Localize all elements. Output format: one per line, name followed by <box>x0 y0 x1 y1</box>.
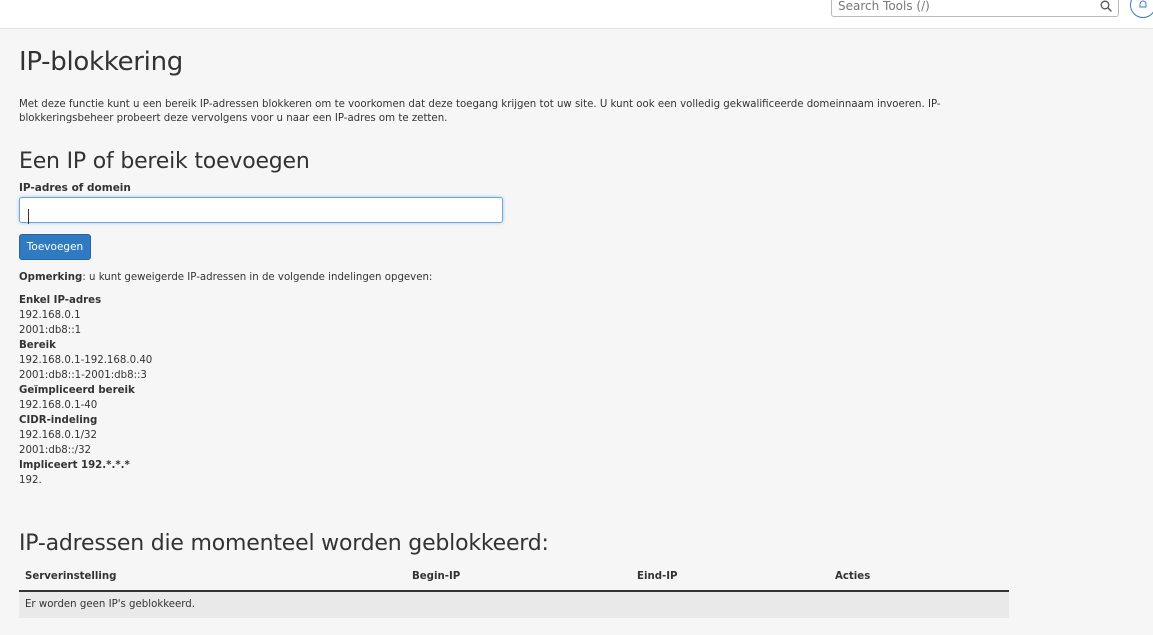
format-example: 192.168.0.1/32 <box>19 430 97 441</box>
main-content: IP-blokkering Met deze functie kunt u ee… <box>19 44 1009 488</box>
format-example: 192. <box>19 475 42 486</box>
column-header-server-setting[interactable]: Serverinstelling <box>25 571 116 582</box>
add-button[interactable]: Toevoegen <box>19 234 91 260</box>
notifications-button[interactable] <box>1130 0 1153 18</box>
format-example: 192.168.0.1-192.168.0.40 <box>19 355 153 366</box>
table-empty-row: Er worden geen IP's geblokkeerd. <box>19 592 1009 618</box>
format-title: Bereik <box>19 340 56 351</box>
format-title: Impliceert 192.*.*.* <box>19 460 130 471</box>
format-example: 2001:db8::1-2001:db8::3 <box>19 370 147 381</box>
note-text: : u kunt geweigerde IP-adressen in de vo… <box>82 272 433 283</box>
ip-field-label: IP-adres of domein <box>19 182 131 194</box>
blocked-ips-table: Serverinstelling Begin-IP Eind-IP Acties… <box>19 568 1009 618</box>
format-example: 192.168.0.1-40 <box>19 400 98 411</box>
column-header-begin-ip[interactable]: Begin-IP <box>412 571 460 582</box>
column-header-actions: Acties <box>835 571 871 582</box>
format-title: Enkel IP-adres <box>19 295 102 306</box>
format-example: 2001:db8::1 <box>19 325 82 336</box>
format-example: 2001:db8::/32 <box>19 445 92 456</box>
blocked-section-title: IP-adressen die momenteel worden geblokk… <box>19 531 549 556</box>
format-title: CIDR-indeling <box>19 415 98 426</box>
bell-icon <box>1139 0 1147 8</box>
note-label: Opmerking <box>19 272 83 283</box>
add-section-title: Een IP of bereik toevoegen <box>19 149 310 174</box>
text-caret <box>28 209 29 224</box>
top-bar <box>0 0 1153 29</box>
format-note: Opmerking: u kunt geweigerde IP-adressen… <box>19 271 1009 285</box>
format-example: 192.168.0.1 <box>19 310 81 321</box>
search-tools-input[interactable] <box>838 0 1088 16</box>
format-title: Geïmpliceerd bereik <box>19 385 135 396</box>
search-box[interactable] <box>831 0 1119 17</box>
format-examples: Enkel IP-adres 192.168.0.1 2001:db8::1 B… <box>19 293 1009 488</box>
search-icon[interactable] <box>1100 0 1112 12</box>
page-title: IP-blokkering <box>19 47 183 77</box>
column-header-end-ip[interactable]: Eind-IP <box>637 571 677 582</box>
table-header: Serverinstelling Begin-IP Eind-IP Acties <box>19 568 1009 592</box>
ip-or-domain-input[interactable] <box>19 197 503 223</box>
page-intro: Met deze functie kunt u een bereik IP-ad… <box>19 99 941 124</box>
